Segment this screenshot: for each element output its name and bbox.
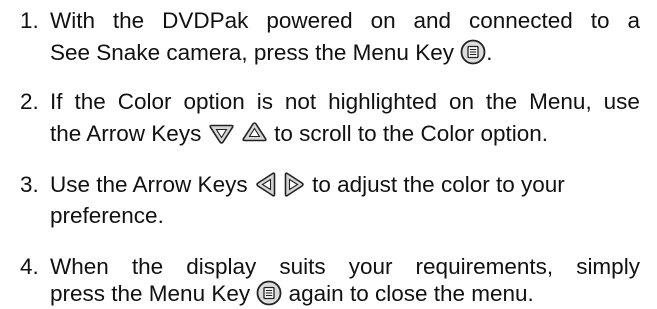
menu-key-icon (256, 280, 282, 306)
step-text-line: When the display suits your requirements… (50, 252, 640, 282)
step-number: 3. (20, 172, 39, 197)
menu-key-icon (460, 39, 486, 65)
word: is (256, 89, 273, 114)
word: If (50, 89, 63, 114)
text-segment: again to close the menu. (288, 281, 534, 306)
word: on (448, 89, 474, 114)
text-segment: See Snake camera, press the Menu Key (50, 40, 454, 65)
word: highlighted (328, 89, 437, 114)
word: use (603, 89, 640, 114)
word: your (348, 254, 393, 279)
word: suits (279, 254, 326, 279)
word: connected (468, 8, 573, 33)
word: With (50, 8, 95, 33)
word: the (74, 89, 106, 114)
word: DVDPak (162, 8, 249, 33)
word: not (284, 89, 317, 114)
word: a (627, 8, 640, 33)
step-text-line: See Snake camera, press the Menu Key . (50, 38, 493, 68)
word: the (131, 254, 164, 279)
text-segment: . (486, 40, 493, 65)
word: option (183, 89, 245, 114)
step-number: 2. (20, 89, 39, 114)
step-text-line: Use the Arrow Keys to adjust the color t… (50, 170, 565, 200)
arrow-down-key-icon (208, 120, 235, 146)
step-text-line: the Arrow Keys to scroll to the Color op… (50, 119, 548, 149)
word: requirements, (415, 254, 554, 279)
instruction-steps: 1. With the DVDPak powered on and connec… (0, 0, 657, 309)
word: the (112, 8, 145, 33)
word: powered (266, 8, 353, 33)
word: simply (576, 254, 640, 279)
step-text-line: preference. (50, 201, 164, 231)
arrow-left-key-icon (254, 171, 280, 198)
text-segment: the Arrow Keys (50, 121, 202, 146)
word: When (50, 254, 109, 279)
arrow-up-key-icon (241, 120, 268, 146)
step-text-line: With the DVDPak powered on and connected… (50, 6, 640, 36)
step-text-line: If the Color option is not highlighted o… (50, 87, 640, 117)
text-segment: to scroll to the Color option. (274, 121, 549, 146)
arrow-right-key-icon (280, 171, 306, 198)
text-segment: preference. (50, 203, 164, 228)
word: Color (117, 89, 172, 114)
word: on (370, 8, 396, 33)
word: and (413, 8, 452, 33)
word: to (590, 8, 610, 33)
word: display (186, 254, 257, 279)
text-segment: press the Menu Key (50, 281, 251, 306)
text-segment: to adjust the color to your (312, 172, 565, 197)
step-number: 1. (20, 8, 39, 33)
word: the (485, 89, 518, 114)
word: Menu, (529, 89, 592, 114)
step-text-line: press the Menu Key again to close the me… (50, 279, 534, 309)
text-segment: Use the Arrow Keys (50, 172, 248, 197)
step-number: 4. (20, 254, 39, 279)
